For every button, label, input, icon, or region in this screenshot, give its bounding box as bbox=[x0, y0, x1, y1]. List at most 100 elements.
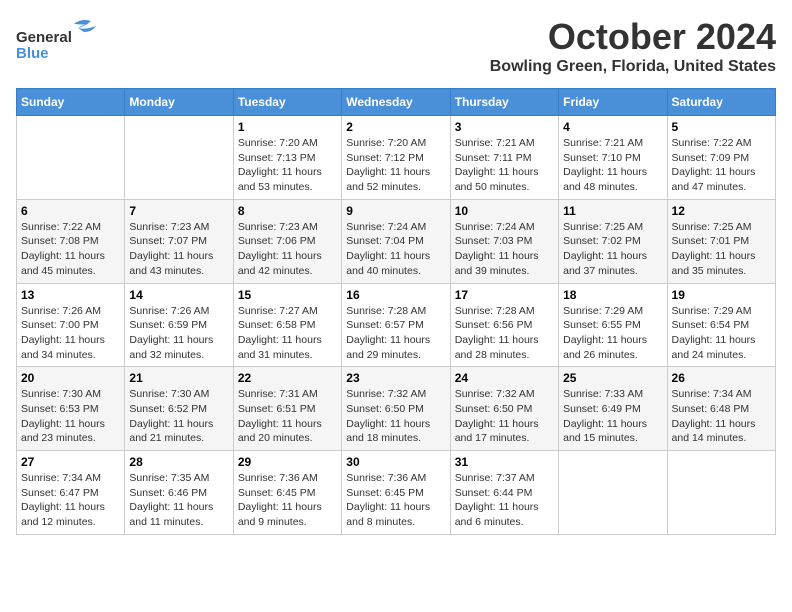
day-info: Sunrise: 7:21 AMSunset: 7:11 PMDaylight:… bbox=[455, 136, 554, 195]
calendar-cell: 30 Sunrise: 7:36 AMSunset: 6:45 PMDaylig… bbox=[342, 451, 450, 535]
day-number: 29 bbox=[238, 455, 337, 469]
title-block: October 2024 Bowling Green, Florida, Uni… bbox=[490, 16, 776, 76]
day-info: Sunrise: 7:22 AMSunset: 7:09 PMDaylight:… bbox=[672, 136, 771, 195]
day-info: Sunrise: 7:36 AMSunset: 6:45 PMDaylight:… bbox=[238, 471, 337, 530]
weekday-sunday: Sunday bbox=[17, 89, 125, 116]
calendar-cell: 2 Sunrise: 7:20 AMSunset: 7:12 PMDayligh… bbox=[342, 116, 450, 200]
calendar-cell: 17 Sunrise: 7:28 AMSunset: 6:56 PMDaylig… bbox=[450, 283, 558, 367]
day-number: 14 bbox=[129, 288, 228, 302]
weekday-friday: Friday bbox=[559, 89, 667, 116]
day-number: 22 bbox=[238, 371, 337, 385]
weekday-thursday: Thursday bbox=[450, 89, 558, 116]
day-number: 24 bbox=[455, 371, 554, 385]
day-number: 6 bbox=[21, 204, 120, 218]
day-info: Sunrise: 7:35 AMSunset: 6:46 PMDaylight:… bbox=[129, 471, 228, 530]
day-info: Sunrise: 7:23 AMSunset: 7:06 PMDaylight:… bbox=[238, 220, 337, 279]
day-info: Sunrise: 7:26 AMSunset: 6:59 PMDaylight:… bbox=[129, 304, 228, 363]
day-number: 19 bbox=[672, 288, 771, 302]
calendar-cell: 26 Sunrise: 7:34 AMSunset: 6:48 PMDaylig… bbox=[667, 367, 775, 451]
day-info: Sunrise: 7:30 AMSunset: 6:53 PMDaylight:… bbox=[21, 387, 120, 446]
day-number: 12 bbox=[672, 204, 771, 218]
day-number: 27 bbox=[21, 455, 120, 469]
day-info: Sunrise: 7:26 AMSunset: 7:00 PMDaylight:… bbox=[21, 304, 120, 363]
day-number: 30 bbox=[346, 455, 445, 469]
weekday-wednesday: Wednesday bbox=[342, 89, 450, 116]
calendar-cell: 11 Sunrise: 7:25 AMSunset: 7:02 PMDaylig… bbox=[559, 199, 667, 283]
calendar-cell: 25 Sunrise: 7:33 AMSunset: 6:49 PMDaylig… bbox=[559, 367, 667, 451]
calendar-cell: 20 Sunrise: 7:30 AMSunset: 6:53 PMDaylig… bbox=[17, 367, 125, 451]
week-row-4: 20 Sunrise: 7:30 AMSunset: 6:53 PMDaylig… bbox=[17, 367, 776, 451]
calendar-cell: 12 Sunrise: 7:25 AMSunset: 7:01 PMDaylig… bbox=[667, 199, 775, 283]
day-info: Sunrise: 7:25 AMSunset: 7:01 PMDaylight:… bbox=[672, 220, 771, 279]
day-info: Sunrise: 7:28 AMSunset: 6:57 PMDaylight:… bbox=[346, 304, 445, 363]
calendar-cell: 24 Sunrise: 7:32 AMSunset: 6:50 PMDaylig… bbox=[450, 367, 558, 451]
day-info: Sunrise: 7:33 AMSunset: 6:49 PMDaylight:… bbox=[563, 387, 662, 446]
day-info: Sunrise: 7:34 AMSunset: 6:47 PMDaylight:… bbox=[21, 471, 120, 530]
weekday-header-row: SundayMondayTuesdayWednesdayThursdayFrid… bbox=[17, 89, 776, 116]
calendar: SundayMondayTuesdayWednesdayThursdayFrid… bbox=[16, 88, 776, 535]
day-info: Sunrise: 7:30 AMSunset: 6:52 PMDaylight:… bbox=[129, 387, 228, 446]
week-row-5: 27 Sunrise: 7:34 AMSunset: 6:47 PMDaylig… bbox=[17, 451, 776, 535]
day-info: Sunrise: 7:31 AMSunset: 6:51 PMDaylight:… bbox=[238, 387, 337, 446]
calendar-cell: 19 Sunrise: 7:29 AMSunset: 6:54 PMDaylig… bbox=[667, 283, 775, 367]
day-number: 5 bbox=[672, 120, 771, 134]
svg-text:General: General bbox=[16, 29, 72, 46]
calendar-cell: 28 Sunrise: 7:35 AMSunset: 6:46 PMDaylig… bbox=[125, 451, 233, 535]
calendar-cell: 3 Sunrise: 7:21 AMSunset: 7:11 PMDayligh… bbox=[450, 116, 558, 200]
day-number: 31 bbox=[455, 455, 554, 469]
calendar-cell: 15 Sunrise: 7:27 AMSunset: 6:58 PMDaylig… bbox=[233, 283, 341, 367]
calendar-cell: 14 Sunrise: 7:26 AMSunset: 6:59 PMDaylig… bbox=[125, 283, 233, 367]
day-number: 4 bbox=[563, 120, 662, 134]
day-number: 20 bbox=[21, 371, 120, 385]
calendar-cell: 8 Sunrise: 7:23 AMSunset: 7:06 PMDayligh… bbox=[233, 199, 341, 283]
calendar-cell: 27 Sunrise: 7:34 AMSunset: 6:47 PMDaylig… bbox=[17, 451, 125, 535]
day-info: Sunrise: 7:36 AMSunset: 6:45 PMDaylight:… bbox=[346, 471, 445, 530]
day-number: 2 bbox=[346, 120, 445, 134]
week-row-3: 13 Sunrise: 7:26 AMSunset: 7:00 PMDaylig… bbox=[17, 283, 776, 367]
calendar-cell: 1 Sunrise: 7:20 AMSunset: 7:13 PMDayligh… bbox=[233, 116, 341, 200]
day-info: Sunrise: 7:20 AMSunset: 7:13 PMDaylight:… bbox=[238, 136, 337, 195]
day-info: Sunrise: 7:21 AMSunset: 7:10 PMDaylight:… bbox=[563, 136, 662, 195]
day-number: 23 bbox=[346, 371, 445, 385]
page-header: General Blue October 2024 Bowling Green,… bbox=[16, 16, 776, 76]
week-row-1: 1 Sunrise: 7:20 AMSunset: 7:13 PMDayligh… bbox=[17, 116, 776, 200]
day-info: Sunrise: 7:25 AMSunset: 7:02 PMDaylight:… bbox=[563, 220, 662, 279]
day-info: Sunrise: 7:32 AMSunset: 6:50 PMDaylight:… bbox=[455, 387, 554, 446]
calendar-cell bbox=[667, 451, 775, 535]
week-row-2: 6 Sunrise: 7:22 AMSunset: 7:08 PMDayligh… bbox=[17, 199, 776, 283]
day-info: Sunrise: 7:28 AMSunset: 6:56 PMDaylight:… bbox=[455, 304, 554, 363]
day-number: 7 bbox=[129, 204, 228, 218]
calendar-cell: 16 Sunrise: 7:28 AMSunset: 6:57 PMDaylig… bbox=[342, 283, 450, 367]
day-info: Sunrise: 7:29 AMSunset: 6:54 PMDaylight:… bbox=[672, 304, 771, 363]
day-info: Sunrise: 7:37 AMSunset: 6:44 PMDaylight:… bbox=[455, 471, 554, 530]
month-title: October 2024 bbox=[490, 16, 776, 58]
day-number: 9 bbox=[346, 204, 445, 218]
calendar-cell: 21 Sunrise: 7:30 AMSunset: 6:52 PMDaylig… bbox=[125, 367, 233, 451]
weekday-monday: Monday bbox=[125, 89, 233, 116]
day-info: Sunrise: 7:24 AMSunset: 7:04 PMDaylight:… bbox=[346, 220, 445, 279]
calendar-cell bbox=[17, 116, 125, 200]
day-number: 8 bbox=[238, 204, 337, 218]
day-number: 15 bbox=[238, 288, 337, 302]
calendar-cell: 13 Sunrise: 7:26 AMSunset: 7:00 PMDaylig… bbox=[17, 283, 125, 367]
day-number: 26 bbox=[672, 371, 771, 385]
calendar-cell: 29 Sunrise: 7:36 AMSunset: 6:45 PMDaylig… bbox=[233, 451, 341, 535]
day-info: Sunrise: 7:29 AMSunset: 6:55 PMDaylight:… bbox=[563, 304, 662, 363]
day-info: Sunrise: 7:27 AMSunset: 6:58 PMDaylight:… bbox=[238, 304, 337, 363]
day-number: 18 bbox=[563, 288, 662, 302]
logo-svg: General Blue bbox=[16, 16, 126, 64]
day-info: Sunrise: 7:24 AMSunset: 7:03 PMDaylight:… bbox=[455, 220, 554, 279]
weekday-saturday: Saturday bbox=[667, 89, 775, 116]
day-number: 1 bbox=[238, 120, 337, 134]
day-info: Sunrise: 7:22 AMSunset: 7:08 PMDaylight:… bbox=[21, 220, 120, 279]
day-number: 17 bbox=[455, 288, 554, 302]
calendar-cell: 4 Sunrise: 7:21 AMSunset: 7:10 PMDayligh… bbox=[559, 116, 667, 200]
day-info: Sunrise: 7:20 AMSunset: 7:12 PMDaylight:… bbox=[346, 136, 445, 195]
day-number: 16 bbox=[346, 288, 445, 302]
calendar-cell: 6 Sunrise: 7:22 AMSunset: 7:08 PMDayligh… bbox=[17, 199, 125, 283]
calendar-cell: 5 Sunrise: 7:22 AMSunset: 7:09 PMDayligh… bbox=[667, 116, 775, 200]
calendar-cell: 18 Sunrise: 7:29 AMSunset: 6:55 PMDaylig… bbox=[559, 283, 667, 367]
calendar-cell: 10 Sunrise: 7:24 AMSunset: 7:03 PMDaylig… bbox=[450, 199, 558, 283]
day-number: 21 bbox=[129, 371, 228, 385]
day-number: 11 bbox=[563, 204, 662, 218]
